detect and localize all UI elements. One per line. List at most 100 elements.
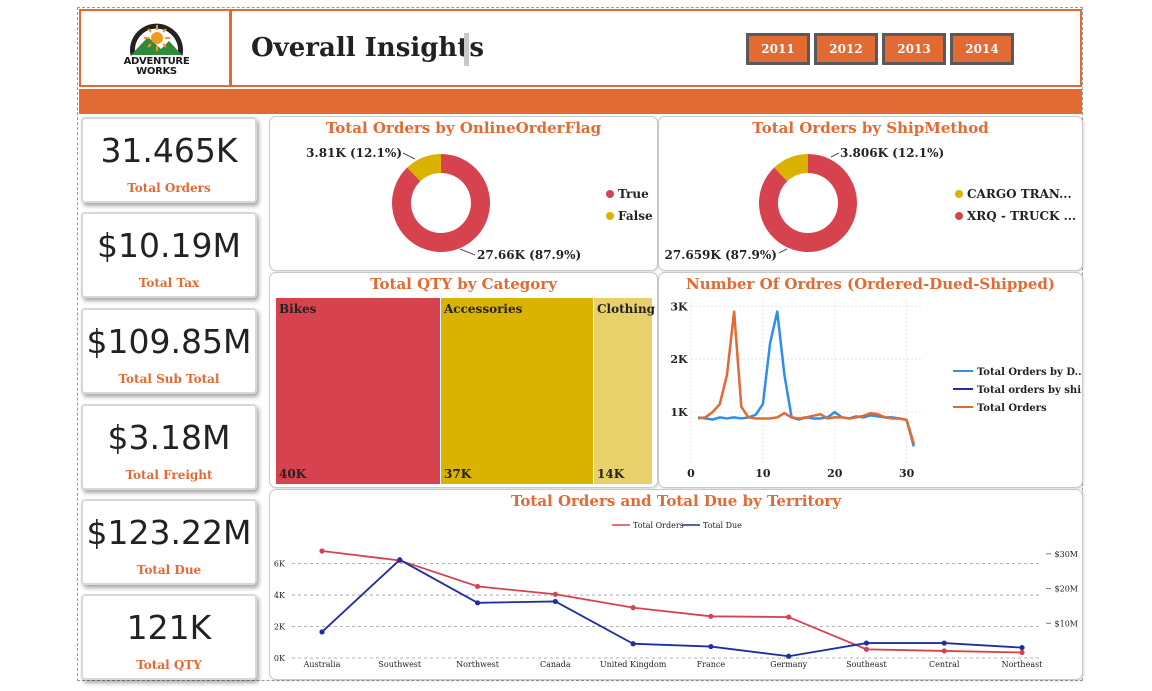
accent-bar bbox=[79, 89, 1082, 114]
x-tick-label: Germany bbox=[770, 660, 807, 669]
x-tick-label: United Kingdom bbox=[600, 660, 667, 669]
y-tick-label: 1K bbox=[670, 406, 688, 419]
series-point bbox=[474, 600, 481, 606]
kpi-value: $109.85M bbox=[86, 322, 252, 361]
kpi-label: Total Tax bbox=[138, 276, 200, 290]
legend-label: Total Orders bbox=[977, 403, 1047, 414]
leader-line bbox=[402, 152, 416, 160]
x-tick-label: 20 bbox=[827, 467, 843, 480]
year-button-2013[interactable]: 2013 bbox=[882, 33, 946, 65]
page-title: Overall Insights bbox=[251, 33, 484, 63]
right-tick-label: $10M bbox=[1055, 619, 1078, 628]
kpi-label: Total Sub Total bbox=[118, 372, 220, 386]
treemap-value: 37K bbox=[444, 467, 472, 481]
x-tick-label: 10 bbox=[755, 467, 771, 480]
x-tick-label: Northeast bbox=[1002, 660, 1044, 669]
treemap-cell-bikes: Bikes 40K bbox=[276, 298, 441, 484]
kpi-label: Total Freight bbox=[125, 468, 213, 482]
panel-qty-by-category: Total QTY by Category Bikes 40K Accessorie… bbox=[269, 272, 658, 488]
legend-label: XRQ - TRUCK ... bbox=[967, 209, 1076, 223]
x-tick-label: Canada bbox=[540, 660, 571, 669]
series-line-2 bbox=[698, 310, 916, 445]
y-tick-label: 2K bbox=[274, 623, 286, 632]
panel-ship-method: Total Orders by ShipMethod 3.806K (12.1%… bbox=[658, 116, 1083, 271]
panel-orders-timeline: Number Of Ordres (Ordered-Dued-Shipped) … bbox=[658, 272, 1083, 488]
kpi-value: $3.18M bbox=[107, 418, 231, 457]
treemap-cell-accessories: Accessories 37K bbox=[441, 298, 594, 484]
kpi-total-tax: $10.19M Total Tax bbox=[81, 212, 257, 298]
legend-label: Total Orders bbox=[633, 521, 684, 530]
y-tick-label: 3K bbox=[670, 300, 688, 313]
series-line-0 bbox=[321, 550, 1023, 654]
kpi-label: Total QTY bbox=[136, 658, 202, 672]
donut-chart-ship-method: 3.806K (12.1%) 27.659K (87.9%) CARGO TRAN.… bbox=[664, 146, 1076, 262]
x-tick-label: Central bbox=[929, 660, 960, 669]
series-point bbox=[474, 583, 481, 590]
logo-mark bbox=[130, 23, 183, 56]
kpi-total-qty: 121K Total QTY bbox=[81, 594, 257, 680]
line-chart-orders: 0 10 20 30 1K 2K 3K Total Orders by D... Total o… bbox=[670, 300, 1082, 480]
series-point bbox=[397, 557, 403, 563]
year-button-2011[interactable]: 2011 bbox=[746, 33, 810, 65]
data-label: 27.659K (87.9%) bbox=[664, 248, 777, 262]
header: ADVENTURE WORKS Overall Insights 2011 20… bbox=[79, 9, 1082, 87]
legend-label: Total Due bbox=[703, 521, 742, 530]
y-tick-label: 4K bbox=[274, 591, 286, 600]
line-chart-territory: 0K 2K 4K 6K $10M $20M $30M Australia Southwest No… bbox=[274, 521, 1078, 669]
treemap-cell-clothing: Clothing 14K bbox=[594, 298, 656, 484]
right-tick-label: $30M bbox=[1055, 550, 1078, 559]
logo-line2: WORKS bbox=[136, 66, 177, 77]
series-line-1 bbox=[321, 558, 1023, 658]
legend-label: Total orders by shi... bbox=[977, 385, 1082, 396]
series-point bbox=[941, 648, 947, 654]
series-point bbox=[552, 591, 558, 597]
kpi-value: $10.19M bbox=[97, 226, 241, 265]
treemap-label: Clothing bbox=[597, 302, 656, 316]
series-point bbox=[786, 614, 792, 620]
year-button-2012[interactable]: 2012 bbox=[814, 33, 878, 65]
legend-marker bbox=[955, 212, 963, 220]
kpi-value: 31.465K bbox=[100, 131, 238, 170]
kpi-total-orders: 31.465K Total Orders bbox=[81, 117, 257, 203]
treemap-label: Accessories bbox=[444, 302, 523, 316]
series-point bbox=[863, 646, 870, 652]
donut-chart-online-flag: 3.81K (12.1%) 27.66K (87.9%) True False bbox=[306, 146, 653, 262]
series-point bbox=[708, 613, 714, 619]
kpi-total-due: $123.22M Total Due bbox=[81, 499, 257, 585]
series-point bbox=[319, 548, 325, 554]
y-tick-label: 0K bbox=[274, 654, 286, 663]
x-tick-label: Southwest bbox=[378, 660, 422, 669]
series-point bbox=[786, 653, 792, 659]
panel-territory: Total Orders and Total Due by Territory … bbox=[269, 489, 1083, 680]
kpi-value: $123.22M bbox=[86, 513, 252, 552]
leader-line bbox=[459, 248, 476, 256]
y-tick-label: 6K bbox=[274, 560, 286, 569]
series-point bbox=[708, 643, 714, 650]
data-label: 3.81K (12.1%) bbox=[306, 146, 402, 160]
treemap-label: Bikes bbox=[279, 302, 317, 316]
legend-marker bbox=[955, 190, 963, 198]
series-point bbox=[1019, 644, 1025, 651]
year-button-2014[interactable]: 2014 bbox=[950, 33, 1014, 65]
kpi-total-sub-total: $109.85M Total Sub Total bbox=[81, 308, 257, 394]
leader-line bbox=[778, 248, 788, 254]
legend-label: Total Orders by D... bbox=[977, 367, 1082, 378]
kpi-total-freight: $3.18M Total Freight bbox=[81, 404, 257, 490]
series-point bbox=[863, 640, 870, 646]
x-tick-label: Southeast bbox=[846, 660, 887, 669]
legend-marker bbox=[606, 212, 614, 220]
x-tick-label: Australia bbox=[303, 660, 341, 669]
data-label: 3.806K (12.1%) bbox=[840, 146, 944, 160]
data-label: 27.66K (87.9%) bbox=[477, 248, 581, 262]
kpi-label: Total Orders bbox=[127, 181, 211, 195]
x-tick-label: 30 bbox=[899, 467, 915, 480]
treemap-value: 40K bbox=[279, 467, 307, 481]
logo: ADVENTURE WORKS bbox=[81, 11, 232, 85]
legend-label: True bbox=[618, 187, 649, 201]
series-point bbox=[630, 605, 636, 611]
leader-line bbox=[830, 152, 840, 158]
series-point bbox=[630, 641, 636, 647]
treemap: Bikes 40K Accessories 37K Clothing 14K bbox=[276, 298, 656, 484]
kpi-value: 121K bbox=[126, 608, 212, 647]
x-tick-label: Northwest bbox=[456, 660, 500, 669]
